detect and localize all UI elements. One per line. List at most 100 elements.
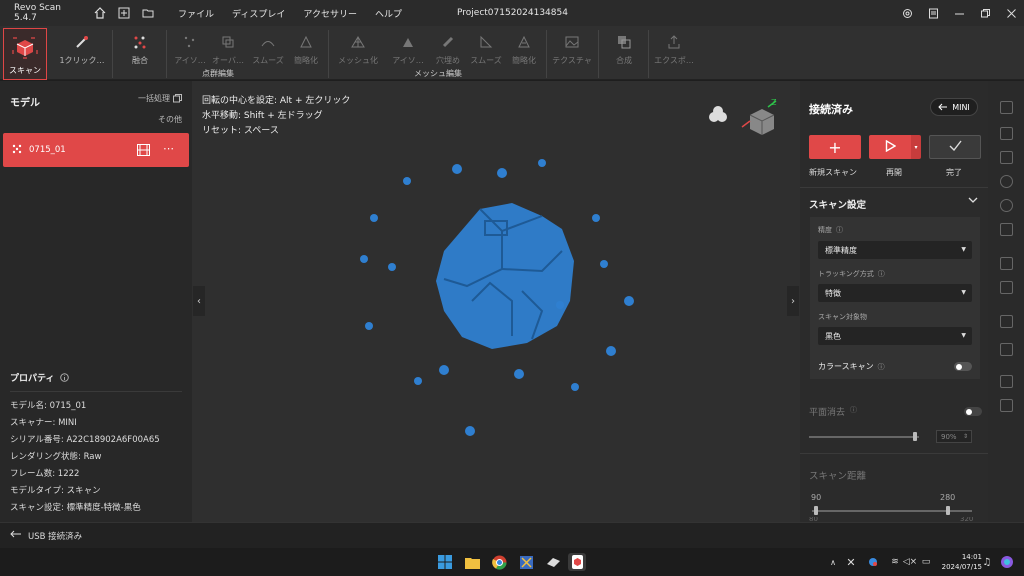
resume-button[interactable] — [869, 135, 911, 159]
tracking-select[interactable]: 特徴 ▼ — [818, 284, 972, 302]
chevron-up-icon[interactable] — [968, 195, 978, 208]
plane-select-icon[interactable] — [1000, 223, 1013, 236]
menu-display[interactable]: ディスプレイ — [232, 7, 285, 20]
tracking-value: 特徴 — [825, 288, 841, 298]
distance-slider-max-handle[interactable] — [946, 506, 950, 515]
close-icon[interactable] — [998, 0, 1024, 26]
resume-dropdown[interactable]: ▾ — [911, 135, 921, 159]
model-item[interactable]: 0715_01 ⋯ — [3, 133, 189, 167]
smooth-mesh-button[interactable]: スムーズ — [468, 26, 504, 66]
invert-select-icon[interactable] — [1000, 257, 1013, 270]
lasso-icon[interactable] — [1000, 151, 1013, 164]
chrome-icon[interactable] — [490, 553, 508, 571]
folder-icon[interactable] — [140, 5, 156, 21]
color-scan-text: カラースキャン — [818, 362, 874, 371]
menu-file[interactable]: ファイル — [178, 7, 214, 20]
app-icon[interactable] — [517, 553, 535, 571]
overlap-label: オーバ… — [212, 56, 244, 65]
plane-remove-label: 平面消去 ⓘ — [809, 405, 857, 418]
menu-help[interactable]: ヘルプ — [375, 7, 402, 20]
3d-viewport[interactable]: 回転の中心を設定: Alt + 左クリック 水平移動: Shift + 左ドラッ… — [192, 81, 800, 522]
plane-remove-slider-handle[interactable] — [913, 432, 917, 441]
texture-button[interactable]: テクスチャ — [550, 26, 594, 66]
notes-icon[interactable] — [920, 0, 946, 26]
new-project-icon[interactable] — [116, 5, 132, 21]
precision-select[interactable]: 標準精度 ▼ — [818, 241, 972, 259]
dist-min-label: 90 — [811, 493, 822, 502]
status-bar: USB 接続済み — [0, 522, 1024, 548]
view-cube-icon[interactable]: Z — [702, 97, 782, 142]
prop-scan-settings: スキャン設定: 標準精度-特徴-黒色 — [10, 503, 141, 513]
film-icon[interactable] — [137, 144, 150, 159]
plane-remove-input[interactable]: 90% ⇕ — [936, 430, 972, 443]
settings-icon[interactable] — [894, 0, 920, 26]
smooth-point-button[interactable]: スムーズ — [250, 26, 286, 66]
scan-model-render[interactable] — [352, 151, 642, 451]
eraser-app-icon[interactable] — [544, 553, 562, 571]
minimize-icon[interactable] — [946, 0, 972, 26]
export-button[interactable]: エクスポ… — [652, 26, 696, 66]
windows-start-icon[interactable] — [436, 553, 454, 571]
isolate-mesh-button[interactable]: アイソ… — [390, 26, 426, 66]
simplify-mesh-button[interactable]: 簡略化 — [506, 26, 542, 66]
batch-process-button[interactable]: 一括処理 — [138, 93, 182, 104]
isolate-point-button[interactable]: アイソ… — [172, 26, 208, 66]
tray-app-icon[interactable] — [864, 553, 882, 571]
isolate-mesh-icon — [399, 33, 417, 51]
merge-button[interactable]: 合成 — [606, 26, 642, 66]
edit-icon[interactable] — [1000, 281, 1013, 294]
plane-remove-toggle[interactable] — [964, 407, 982, 416]
device-mini-button[interactable]: MINI — [930, 98, 978, 116]
scan-panel: 接続済み MINI + ▾ 新規スキャン 再開 完了 スキャン設定 精度 ⓘ 標準… — [800, 81, 988, 522]
toolbar: 1クリック… 融合 アイソ… オーバ… スムーズ 簡略化 点群編集 メッシュ化 … — [0, 26, 1024, 80]
precision-label-text: 精度 — [818, 226, 832, 234]
separator — [598, 30, 599, 78]
brush-icon[interactable] — [1000, 175, 1013, 188]
new-scan-label: 新規スキャン — [809, 168, 857, 177]
collapse-right-button[interactable]: › — [787, 286, 799, 316]
redo-icon[interactable] — [1000, 399, 1013, 412]
project-name: Project07152024134854 — [457, 8, 568, 18]
menu-accessory[interactable]: アクセサリー — [303, 7, 357, 20]
delete-icon[interactable] — [1000, 343, 1013, 356]
simplify-point-button[interactable]: 簡略化 — [288, 26, 324, 66]
separator — [166, 30, 167, 78]
rect-select-icon[interactable] — [1000, 127, 1013, 140]
done-button[interactable] — [929, 135, 981, 159]
color-scan-toggle[interactable] — [954, 362, 972, 371]
undo-icon[interactable] — [1000, 375, 1013, 388]
clock[interactable]: 14:01 2024/07/15 — [942, 552, 982, 572]
scan-button[interactable]: スキャン — [3, 28, 47, 80]
overlap-button[interactable]: オーバ… — [210, 26, 246, 66]
revo-scan-taskbar-icon[interactable] — [568, 553, 586, 571]
tracking-label-text: トラッキング方式 — [818, 270, 874, 278]
separator — [112, 30, 113, 78]
maximize-icon[interactable] — [972, 0, 998, 26]
divider — [800, 453, 988, 454]
more-icon[interactable]: ⋯ — [163, 142, 174, 155]
one-click-button[interactable]: 1クリック… — [56, 26, 108, 66]
home-icon[interactable] — [92, 5, 108, 21]
stepper-icon[interactable]: ⇕ — [963, 433, 968, 440]
prop-model-type: モデルタイプ: スキャン — [10, 486, 101, 496]
other-button[interactable]: その他 — [158, 114, 182, 125]
notification-bell-icon[interactable]: ♫ — [978, 553, 996, 571]
copy-icon[interactable] — [1000, 315, 1013, 328]
collapse-left-button[interactable]: ‹ — [193, 286, 205, 316]
select-icon[interactable] — [1000, 101, 1013, 114]
file-explorer-icon[interactable] — [463, 553, 481, 571]
new-scan-button[interactable]: + — [809, 135, 861, 159]
meshing-button[interactable]: メッシュ化 — [336, 26, 380, 66]
plane-remove-value: 90% — [941, 432, 957, 441]
tray-chevron-icon[interactable]: ∧ — [824, 553, 842, 571]
target-select[interactable]: 黒色 ▼ — [818, 327, 972, 345]
fuse-button[interactable]: 融合 — [122, 26, 158, 66]
sphere-icon[interactable] — [1000, 199, 1013, 212]
plane-remove-slider[interactable] — [809, 436, 919, 438]
tray-close-icon[interactable]: ✕ — [842, 553, 860, 571]
simplify-mesh-icon — [515, 33, 533, 51]
fill-holes-button[interactable]: 穴埋め — [430, 26, 466, 66]
copilot-icon[interactable] — [998, 553, 1016, 571]
distance-slider-min-handle[interactable] — [814, 506, 818, 515]
battery-icon[interactable]: ▭ — [917, 553, 935, 571]
